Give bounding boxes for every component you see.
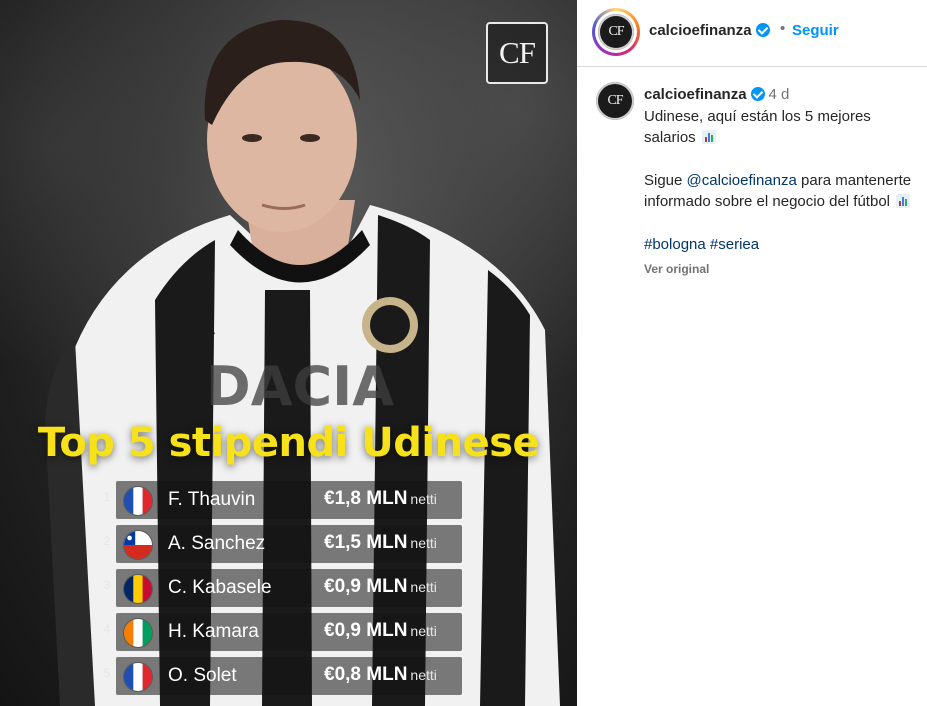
caption-avatar[interactable]: CF: [596, 82, 634, 120]
caption-follow-line: Sigue @calcioefinanza para mantenerte in…: [644, 170, 914, 213]
rank-number: 2: [103, 534, 111, 548]
post-headline: Top 5 stipendi Udinese: [37, 420, 540, 466]
salary-amount: €0,9 MLN netti: [324, 576, 437, 598]
player-name: H. Kamara: [168, 621, 259, 642]
post-header: CF calcioefinanza • Seguir: [577, 0, 927, 67]
username-text: calcioefinanza: [649, 22, 752, 39]
post-time[interactable]: 4 d: [769, 86, 790, 103]
avatar-ring-inner: CF: [595, 11, 637, 53]
salary-unit: netti: [410, 491, 437, 507]
salary-table: 1 F. Thauvin €1,8 MLN netti 2 A. Sanchez …: [92, 478, 464, 698]
salary-unit: netti: [410, 623, 437, 639]
salary-value: €1,5 MLN: [324, 532, 408, 553]
salary-value: €0,9 MLN: [324, 576, 408, 597]
france-flag-icon: [124, 663, 152, 691]
hashtag-line: #bologna #seriea: [644, 234, 914, 256]
bar-chart-emoji-icon: [701, 130, 716, 144]
ivory-coast-flag-icon: [124, 619, 152, 647]
salary-unit: netti: [410, 579, 437, 595]
salary-amount: €0,9 MLN netti: [324, 620, 437, 642]
caption-line-1: Udinese, aquí están los 5 mejores salari…: [644, 106, 914, 149]
salary-value: €1,8 MLN: [324, 488, 408, 509]
table-row: 1 F. Thauvin €1,8 MLN netti: [92, 478, 464, 522]
hashtag-link[interactable]: #bologna: [644, 236, 706, 253]
bar-chart-emoji-icon: [896, 194, 911, 208]
see-original-link[interactable]: Ver original: [644, 259, 914, 281]
post-caption: calcioefinanza 4 d Udinese, aquí están lo…: [644, 84, 914, 281]
table-row: 4 H. Kamara €0,9 MLN netti: [92, 610, 464, 654]
player-name: C. Kabasele: [168, 577, 272, 598]
mention-link[interactable]: @calcioefinanza: [687, 172, 797, 189]
rank-number: 1: [103, 490, 111, 504]
chad-flag-icon: [124, 575, 152, 603]
story-ring[interactable]: CF: [592, 8, 640, 56]
follow-prefix: Sigue: [644, 171, 683, 189]
table-row: 2 A. Sanchez €1,5 MLN netti: [92, 522, 464, 566]
player-name: F. Thauvin: [168, 489, 256, 510]
france-flag-icon: [124, 487, 152, 515]
verified-badge-icon: [755, 23, 770, 37]
salary-value: €0,9 MLN: [324, 620, 408, 641]
rank-number: 4: [103, 622, 111, 636]
rank-number: 5: [103, 666, 111, 680]
table-row: 5 O. Solet €0,8 MLN netti: [92, 654, 464, 698]
salary-amount: €1,5 MLN netti: [324, 532, 437, 554]
chile-flag-icon: [124, 531, 152, 559]
follow-button[interactable]: Seguir: [792, 22, 839, 39]
post-side-panel: CF calcioefinanza • Seguir CF calcioefin…: [577, 0, 927, 706]
player-name: O. Solet: [168, 665, 237, 686]
salary-amount: €0,8 MLN netti: [324, 664, 437, 686]
header-username[interactable]: calcioefinanza: [649, 22, 770, 39]
salary-value: €0,8 MLN: [324, 664, 408, 685]
separator-dot: •: [780, 20, 786, 37]
hashtag-link[interactable]: #seriea: [710, 236, 759, 253]
caption-text: Udinese, aquí están los 5 mejores salari…: [644, 107, 871, 147]
post-image[interactable]: DACIA CF Top 5 stipendi Udinese 1 F. Tha…: [0, 0, 577, 706]
player-name: A. Sanchez: [168, 533, 266, 554]
salary-unit: netti: [410, 535, 437, 551]
caption-header-line: calcioefinanza 4 d: [644, 84, 914, 106]
verified-badge-icon: [750, 87, 765, 101]
salary-amount: €1,8 MLN netti: [324, 488, 437, 510]
cf-logo: CF: [486, 22, 548, 84]
salary-unit: netti: [410, 667, 437, 683]
table-row: 3 C. Kabasele €0,9 MLN netti: [92, 566, 464, 610]
svg-text:DACIA: DACIA: [206, 355, 394, 418]
avatar: CF: [598, 14, 634, 50]
caption-username[interactable]: calcioefinanza: [644, 86, 747, 103]
rank-number: 3: [103, 578, 111, 592]
